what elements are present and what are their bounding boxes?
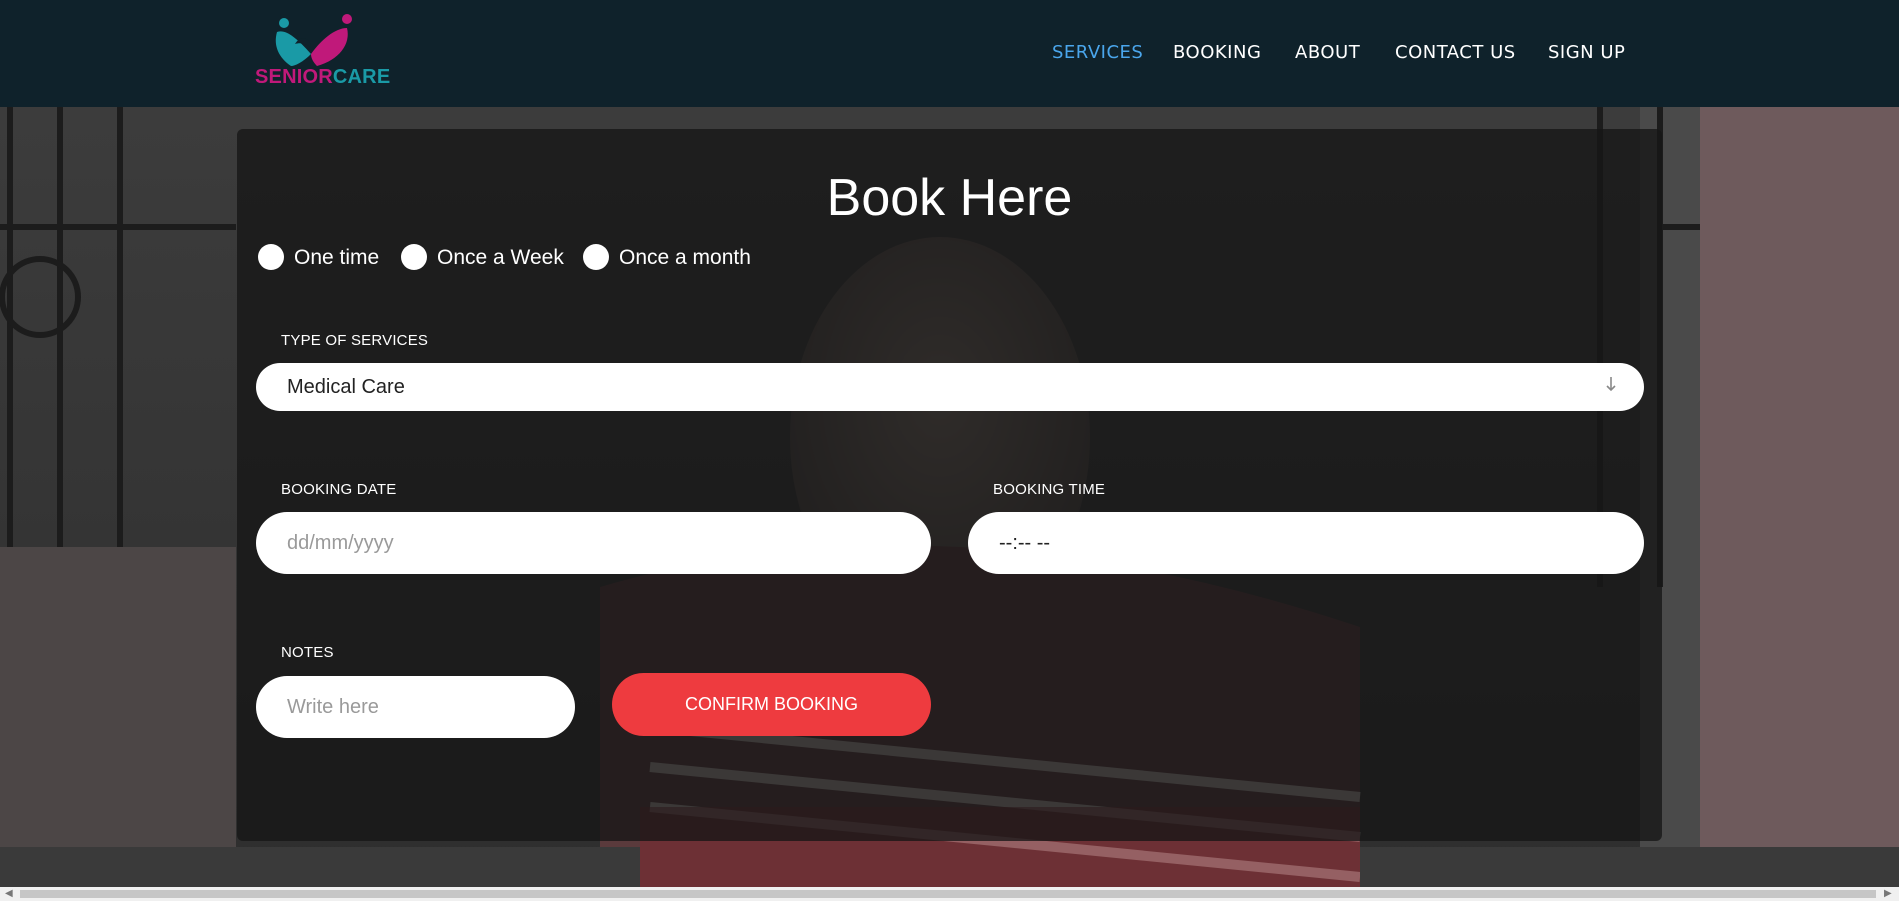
brand-name: SENIORCARE	[255, 66, 391, 88]
radio-label: One time	[294, 246, 380, 269]
booking-date-input[interactable]: dd/mm/yyyy	[256, 512, 931, 574]
radio-label: Once a month	[619, 246, 751, 269]
scrollbar-thumb[interactable]	[20, 890, 1876, 898]
booking-time-label: BOOKING TIME	[993, 481, 1106, 498]
site-header: SENIORCARE SERVICES BOOKING ABOUT CONTAC…	[0, 0, 1899, 107]
booking-time-input[interactable]: --:-- --	[968, 512, 1644, 574]
notes-placeholder: Write here	[287, 695, 379, 718]
radio-circle[interactable]	[401, 244, 427, 270]
nav-booking[interactable]: BOOKING	[1173, 42, 1261, 63]
service-type-select[interactable]: Medical Care	[256, 363, 1644, 411]
horizontal-scrollbar[interactable]: ◀ ▶	[0, 887, 1899, 901]
nav-sign-up[interactable]: SIGN UP	[1548, 42, 1625, 63]
radio-circle[interactable]	[258, 244, 284, 270]
page-title: Book Here	[826, 169, 1073, 227]
booking-date-label: BOOKING DATE	[281, 481, 397, 498]
nav-about[interactable]: ABOUT	[1295, 42, 1360, 63]
service-type-label: TYPE OF SERVICES	[281, 332, 429, 349]
scroll-right-arrow-icon[interactable]: ▶	[1884, 888, 1892, 900]
heart-people-logo-icon	[275, 14, 352, 66]
confirm-booking-label: CONFIRM BOOKING	[684, 694, 858, 714]
brand-logo[interactable]: SENIORCARE	[255, 14, 390, 90]
booking-form-panel: Book Here One time Once a Week Once a mo…	[237, 129, 1662, 841]
notes-input[interactable]: Write here	[256, 676, 575, 738]
arrow-down-icon	[1606, 377, 1616, 392]
booking-time-placeholder: --:-- --	[999, 531, 1051, 554]
nav-contact-us[interactable]: CONTACT US	[1395, 42, 1516, 63]
service-type-value: Medical Care	[287, 375, 405, 398]
nav-services[interactable]: SERVICES	[1052, 42, 1143, 63]
scroll-left-arrow-icon[interactable]: ◀	[5, 888, 13, 900]
radio-circle[interactable]	[583, 244, 609, 270]
booking-date-placeholder: dd/mm/yyyy	[287, 531, 394, 554]
notes-label: NOTES	[281, 644, 334, 661]
radio-label: Once a Week	[437, 246, 564, 269]
confirm-booking-button[interactable]: CONFIRM BOOKING	[612, 673, 931, 736]
